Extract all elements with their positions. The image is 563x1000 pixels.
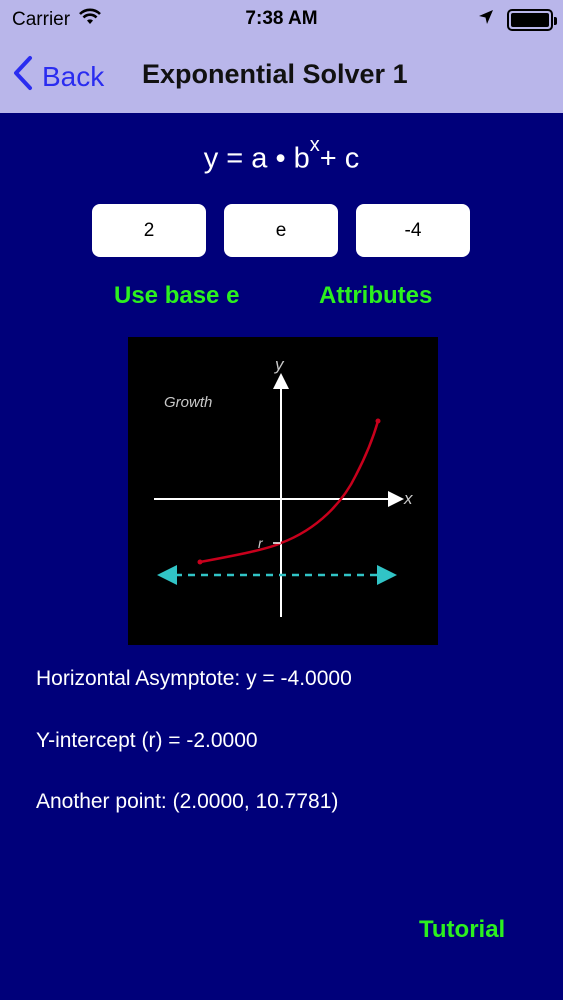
back-button[interactable]: Back	[12, 55, 104, 98]
graph-label: Growth	[164, 394, 212, 411]
growth-curve	[199, 420, 380, 564]
growth-graph: Growth y x r	[128, 337, 438, 645]
tutorial-button[interactable]: Tutorial	[419, 916, 505, 944]
navigation-bar: Back Exponential Solver 1	[0, 38, 563, 113]
status-bar: Carrier 7:38 AM	[0, 0, 563, 38]
battery-fill	[511, 13, 549, 27]
equation-tail: + c	[319, 142, 360, 175]
coefficient-a-input[interactable]	[92, 204, 206, 257]
curve-start-dot	[197, 559, 203, 565]
use-base-e-button[interactable]: Use base e	[114, 282, 239, 310]
page-title: Exponential Solver 1	[142, 59, 408, 89]
coefficient-b-input[interactable]	[224, 204, 338, 257]
another-point-result: Another point: (2.0000, 10.7781)	[36, 790, 339, 813]
status-right-group	[477, 8, 557, 32]
graph-svg: Growth y x r	[154, 355, 413, 617]
equation-display: y = a • bx+ c	[0, 134, 563, 176]
coefficient-inputs	[92, 204, 470, 257]
back-label: Back	[42, 60, 105, 92]
equation-exponent: x	[309, 134, 320, 156]
asymptote-result: Horizontal Asymptote: y = -4.0000	[36, 667, 352, 690]
attributes-button[interactable]: Attributes	[319, 282, 432, 310]
y-intercept-result: Y-intercept (r) = -2.0000	[36, 729, 258, 752]
x-axis-label: x	[403, 489, 413, 508]
y-axis-label: y	[274, 355, 285, 374]
equation-base: y = a • b	[203, 142, 310, 175]
location-arrow-icon	[477, 8, 495, 32]
battery-icon	[507, 9, 557, 31]
chevron-left-icon	[12, 55, 34, 98]
curve-end-dot	[375, 418, 381, 424]
coefficient-c-input[interactable]	[356, 204, 470, 257]
